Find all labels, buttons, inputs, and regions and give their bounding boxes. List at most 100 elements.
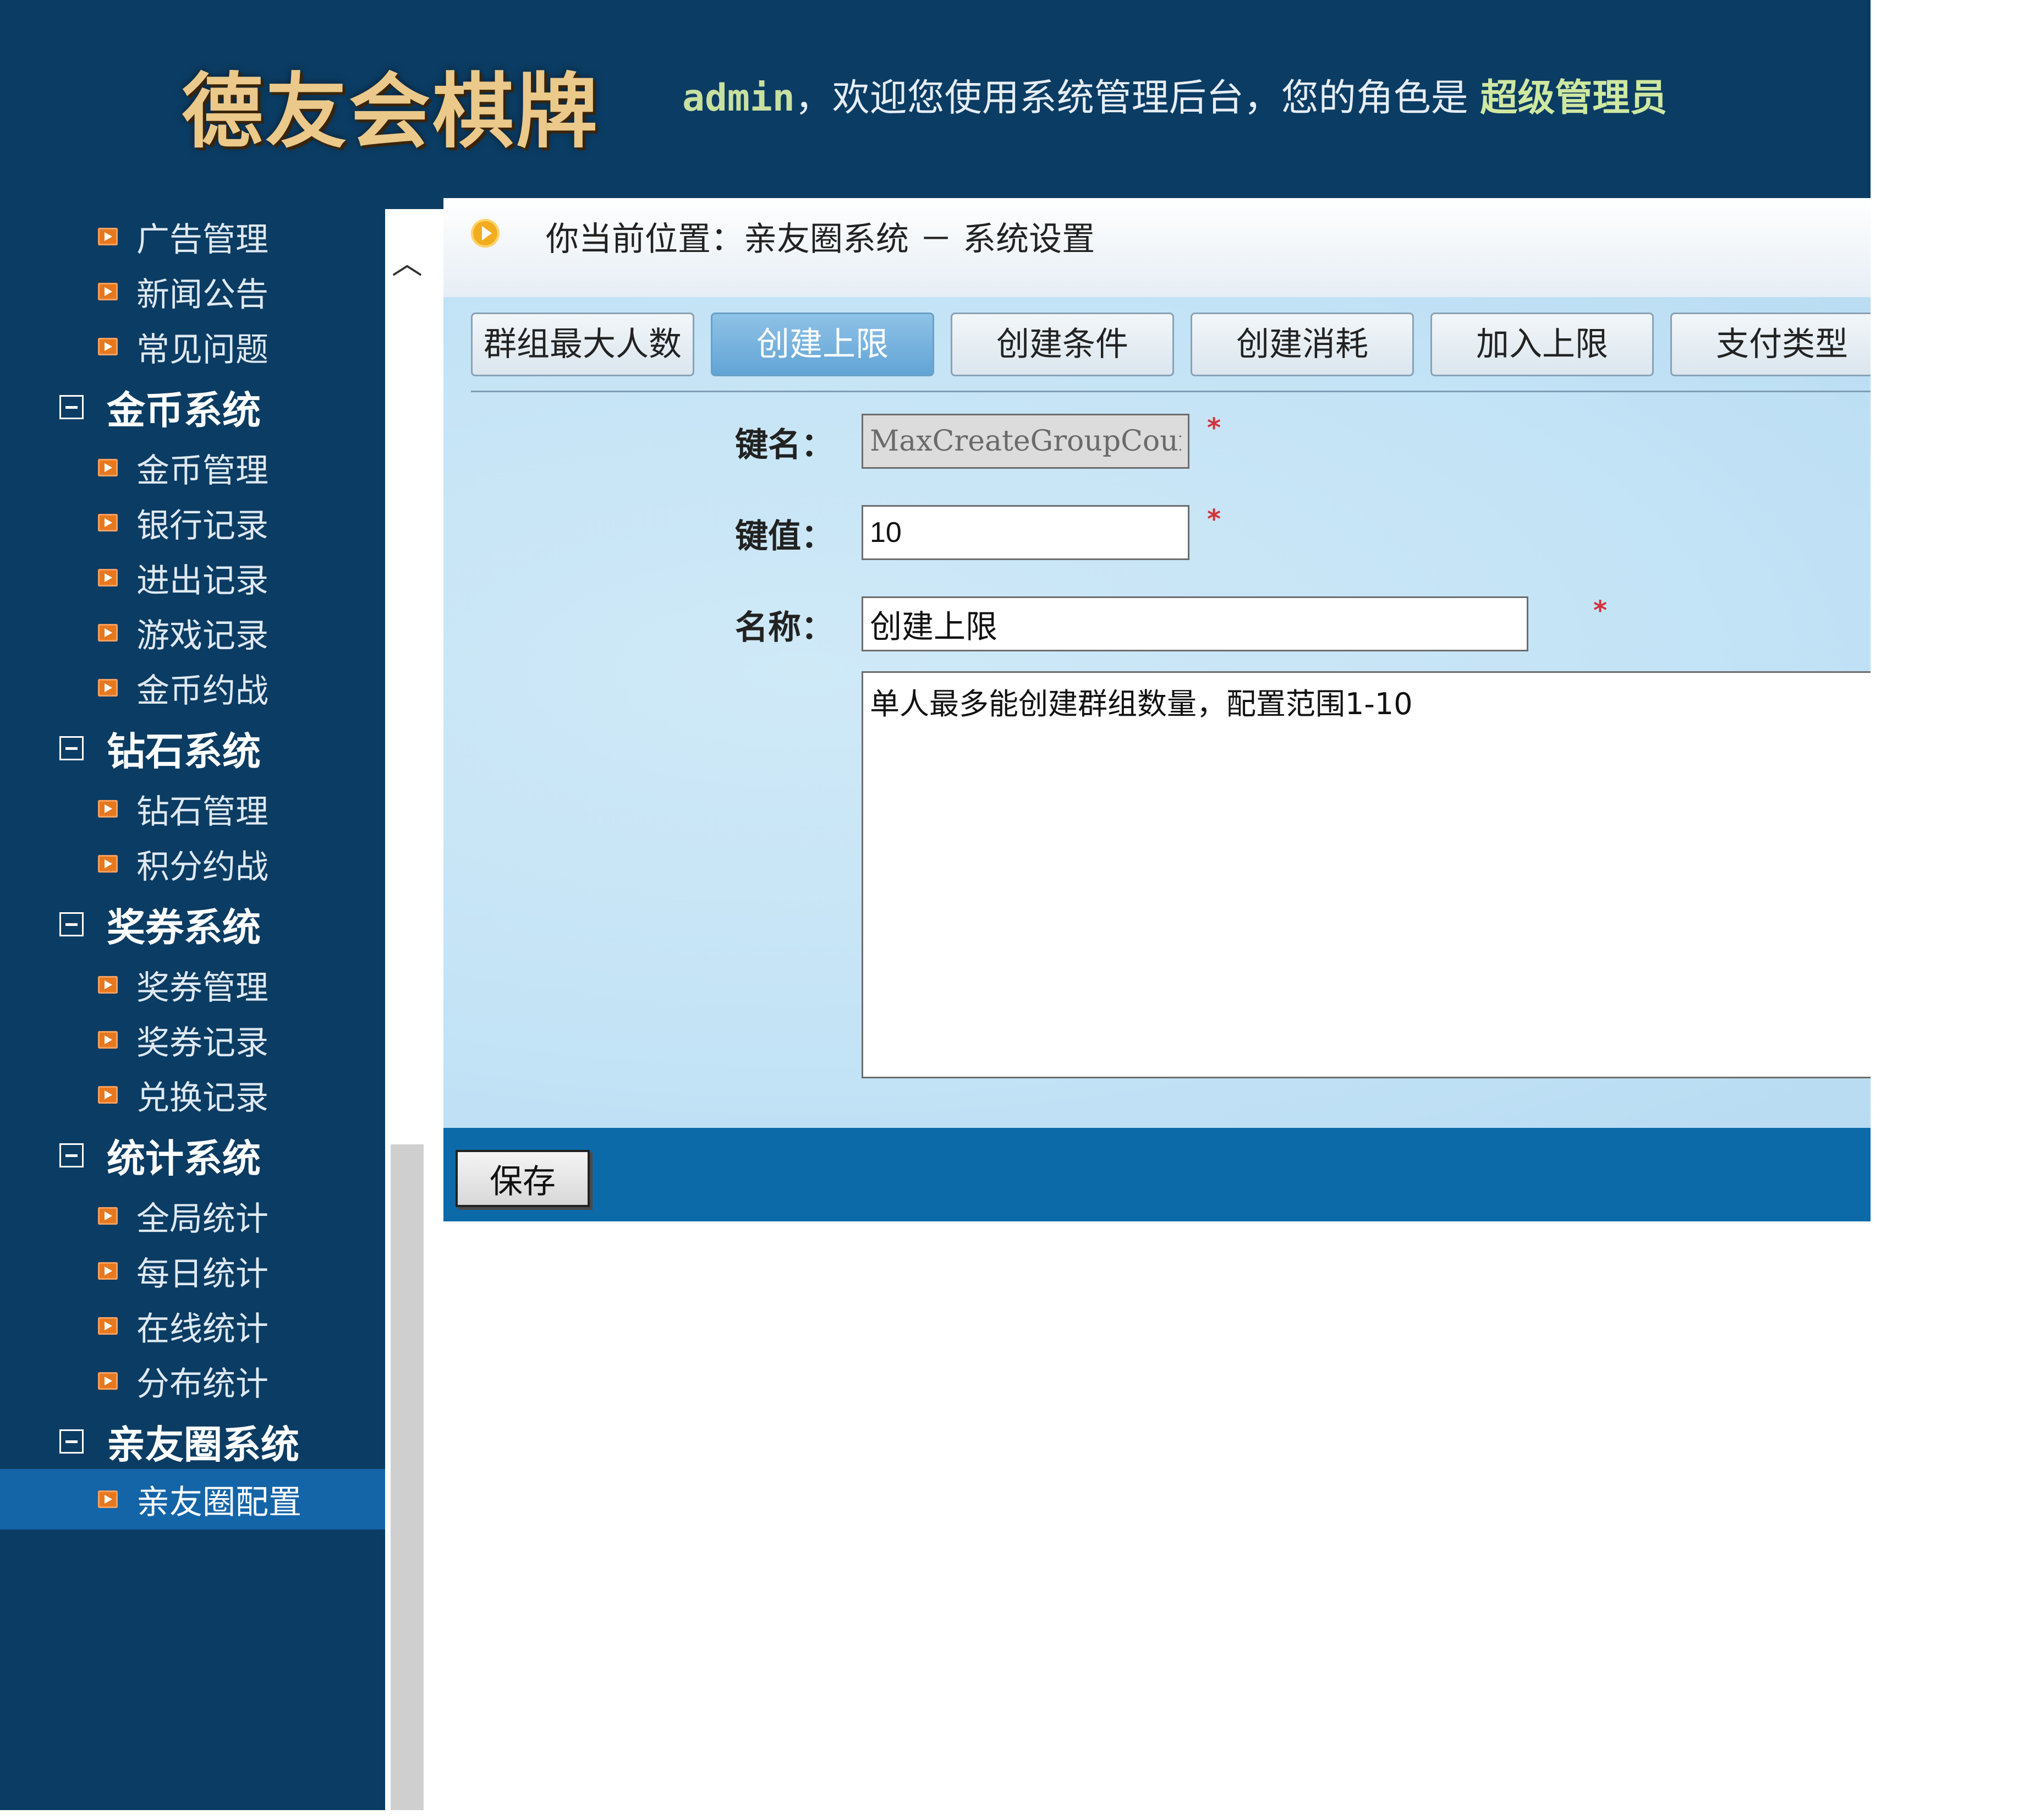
user-role: 超级管理员 xyxy=(1480,76,1668,120)
username: admin xyxy=(682,76,795,120)
key-value-label: 键值： xyxy=(735,517,834,556)
tab-payment-type[interactable]: 支付类型 xyxy=(1670,313,1871,376)
sidebar-group-coupon[interactable]: 奖券系统 xyxy=(59,897,261,952)
arrow-bullet-icon xyxy=(98,855,118,873)
arrow-bullet-icon xyxy=(98,1490,118,1508)
sidebar-group-label: 亲友圈系统 xyxy=(107,1422,299,1467)
required-mark: * xyxy=(1207,413,1221,443)
arrow-bullet-icon xyxy=(98,1207,118,1225)
sidebar-scrollbar[interactable]: ︿ xyxy=(385,215,429,1810)
sidebar-item-news[interactable]: 新闻公告 xyxy=(0,264,385,319)
sidebar-item-diamond-management[interactable]: 钻石管理 xyxy=(0,781,385,836)
breadcrumb-bar: 你当前位置：亲友圈系统 － 系统设置 xyxy=(443,198,1871,297)
required-mark: * xyxy=(1593,595,1608,626)
sidebar-item-label: 金币管理 xyxy=(136,451,268,490)
tab-create-conditions[interactable]: 创建条件 xyxy=(951,313,1174,376)
sidebar-item-coupon-management[interactable]: 奖券管理 xyxy=(0,957,385,1012)
sidebar-item-label: 全局统计 xyxy=(136,1199,268,1238)
settings-form-area: 群组最大人数 创建上限 创建条件 创建消耗 加入上限 支付类型 键名： * 键值… xyxy=(443,297,1871,1128)
save-button[interactable]: 保存 xyxy=(456,1150,590,1207)
sidebar-item-faq[interactable]: 常见问题 xyxy=(0,319,385,374)
arrow-bullet-icon xyxy=(98,459,118,476)
collapse-icon[interactable] xyxy=(59,1429,84,1454)
sidebar-item-friend-circle-config[interactable]: 亲友圈配置 xyxy=(0,1469,385,1530)
sidebar-item-inout-records[interactable]: 进出记录 xyxy=(0,550,385,605)
sidebar-item-label: 游戏记录 xyxy=(136,616,268,655)
sidebar-item-label: 分布统计 xyxy=(136,1364,268,1404)
sidebar-item-label: 进出记录 xyxy=(136,561,268,600)
sidebar-item-label: 银行记录 xyxy=(136,506,268,545)
name-label: 名称： xyxy=(735,609,834,647)
arrow-bullet-icon xyxy=(98,1031,118,1049)
arrow-bullet-icon xyxy=(98,338,118,355)
arrow-bullet-icon xyxy=(98,679,118,697)
sidebar-group-statistics[interactable]: 统计系统 xyxy=(59,1128,261,1183)
tab-group-max-members[interactable]: 群组最大人数 xyxy=(471,313,694,376)
key-name-label: 键名： xyxy=(735,426,834,464)
sidebar-item-label: 钻石管理 xyxy=(136,792,268,831)
site-logo: 德友会棋牌 xyxy=(182,63,600,159)
arrow-bullet-icon xyxy=(98,1317,118,1335)
sidebar-item-points-battle[interactable]: 积分约战 xyxy=(0,836,385,891)
arrow-bullet-icon xyxy=(98,283,118,300)
sidebar-group-label: 统计系统 xyxy=(107,1136,261,1181)
tab-create-limit[interactable]: 创建上限 xyxy=(711,313,934,376)
sidebar-item-ad-management[interactable]: 广告管理 xyxy=(0,209,385,264)
sidebar-item-exchange-records[interactable]: 兑换记录 xyxy=(0,1067,385,1122)
main-panel: 你当前位置：亲友圈系统 － 系统设置 群组最大人数 创建上限 创建条件 创建消耗… xyxy=(443,198,1871,1221)
arrow-bullet-icon xyxy=(98,569,118,586)
sidebar-group-label: 金币系统 xyxy=(107,387,261,433)
sidebar-item-daily-stats[interactable]: 每日统计 xyxy=(0,1243,385,1298)
sidebar-item-label: 在线统计 xyxy=(136,1309,268,1348)
arrow-circle-icon xyxy=(471,219,500,248)
sidebar-item-coupon-records[interactable]: 奖券记录 xyxy=(0,1012,385,1067)
collapse-icon[interactable] xyxy=(59,912,84,936)
arrow-bullet-icon xyxy=(98,800,118,818)
sidebar-group-friend-circle[interactable]: 亲友圈系统 xyxy=(59,1414,299,1469)
sidebar-item-global-stats[interactable]: 全局统计 xyxy=(0,1188,385,1243)
name-field[interactable] xyxy=(862,596,1528,651)
sidebar-group-diamond[interactable]: 钻石系统 xyxy=(59,721,261,776)
sidebar-menu: … 广告管理 新闻公告 常见问题 金币系统 金币管理 银行记录 进出记录 游戏记… xyxy=(0,209,385,1810)
breadcrumb: 你当前位置：亲友圈系统 － 系统设置 xyxy=(546,220,1095,259)
welcome-message: admin，欢迎您使用系统管理后台，您的角色是 超级管理员 xyxy=(682,67,1667,122)
key-value-field[interactable] xyxy=(862,505,1189,560)
sidebar-item-gold-management[interactable]: 金币管理 xyxy=(0,440,385,495)
collapse-icon[interactable] xyxy=(59,1143,84,1167)
tab-divider xyxy=(471,391,1871,392)
header-bar: 德友会棋牌 admin，欢迎您使用系统管理后台，您的角色是 超级管理员 xyxy=(0,0,1871,209)
scrollbar-thumb[interactable] xyxy=(391,1144,424,1810)
description-textarea[interactable]: 单人最多能创建群组数量，配置范围1-10 xyxy=(862,671,1871,1078)
key-name-field[interactable] xyxy=(862,414,1189,469)
sidebar-item-label: 亲友圈配置 xyxy=(136,1483,301,1522)
sidebar-group-gold[interactable]: 金币系统 xyxy=(59,380,261,435)
sidebar-item-label: 新闻公告 xyxy=(136,275,268,314)
sidebar-item-label: 金币约战 xyxy=(136,671,268,710)
sidebar-item-label: 奖券记录 xyxy=(136,1023,268,1062)
sidebar-item-bank-records[interactable]: 银行记录 xyxy=(0,495,385,550)
arrow-bullet-icon xyxy=(98,228,118,245)
arrow-bullet-icon xyxy=(98,514,118,531)
sidebar-item-label: 奖券管理 xyxy=(136,968,268,1007)
tab-join-limit[interactable]: 加入上限 xyxy=(1430,313,1654,376)
sidebar-item-label: 兑换记录 xyxy=(136,1078,268,1117)
collapse-icon[interactable] xyxy=(59,736,84,760)
welcome-text: ，欢迎您使用系统管理后台，您的角色是 xyxy=(794,76,1468,120)
sidebar-item-distribution-stats[interactable]: 分布统计 xyxy=(0,1353,385,1408)
sidebar-item-label: 广告管理 xyxy=(136,220,268,259)
chevron-up-icon[interactable]: ︿ xyxy=(385,242,429,286)
sidebar-item-label: 每日统计 xyxy=(136,1254,268,1293)
action-bar: 保存 xyxy=(443,1128,1871,1221)
arrow-bullet-icon xyxy=(98,1086,118,1104)
collapse-icon[interactable] xyxy=(59,395,84,419)
arrow-bullet-icon xyxy=(98,1262,118,1280)
required-mark: * xyxy=(1207,504,1221,535)
sidebar-item-game-records[interactable]: 游戏记录 xyxy=(0,605,385,660)
tab-create-cost[interactable]: 创建消耗 xyxy=(1191,313,1414,376)
sidebar-item-gold-battle[interactable]: 金币约战 xyxy=(0,660,385,715)
sidebar-item-online-stats[interactable]: 在线统计 xyxy=(0,1298,385,1353)
sidebar-item-label: 积分约战 xyxy=(136,847,268,886)
sidebar-group-label: 奖券系统 xyxy=(107,904,261,950)
sidebar-item-label: 常见问题 xyxy=(136,330,268,369)
arrow-bullet-icon xyxy=(98,1372,118,1390)
